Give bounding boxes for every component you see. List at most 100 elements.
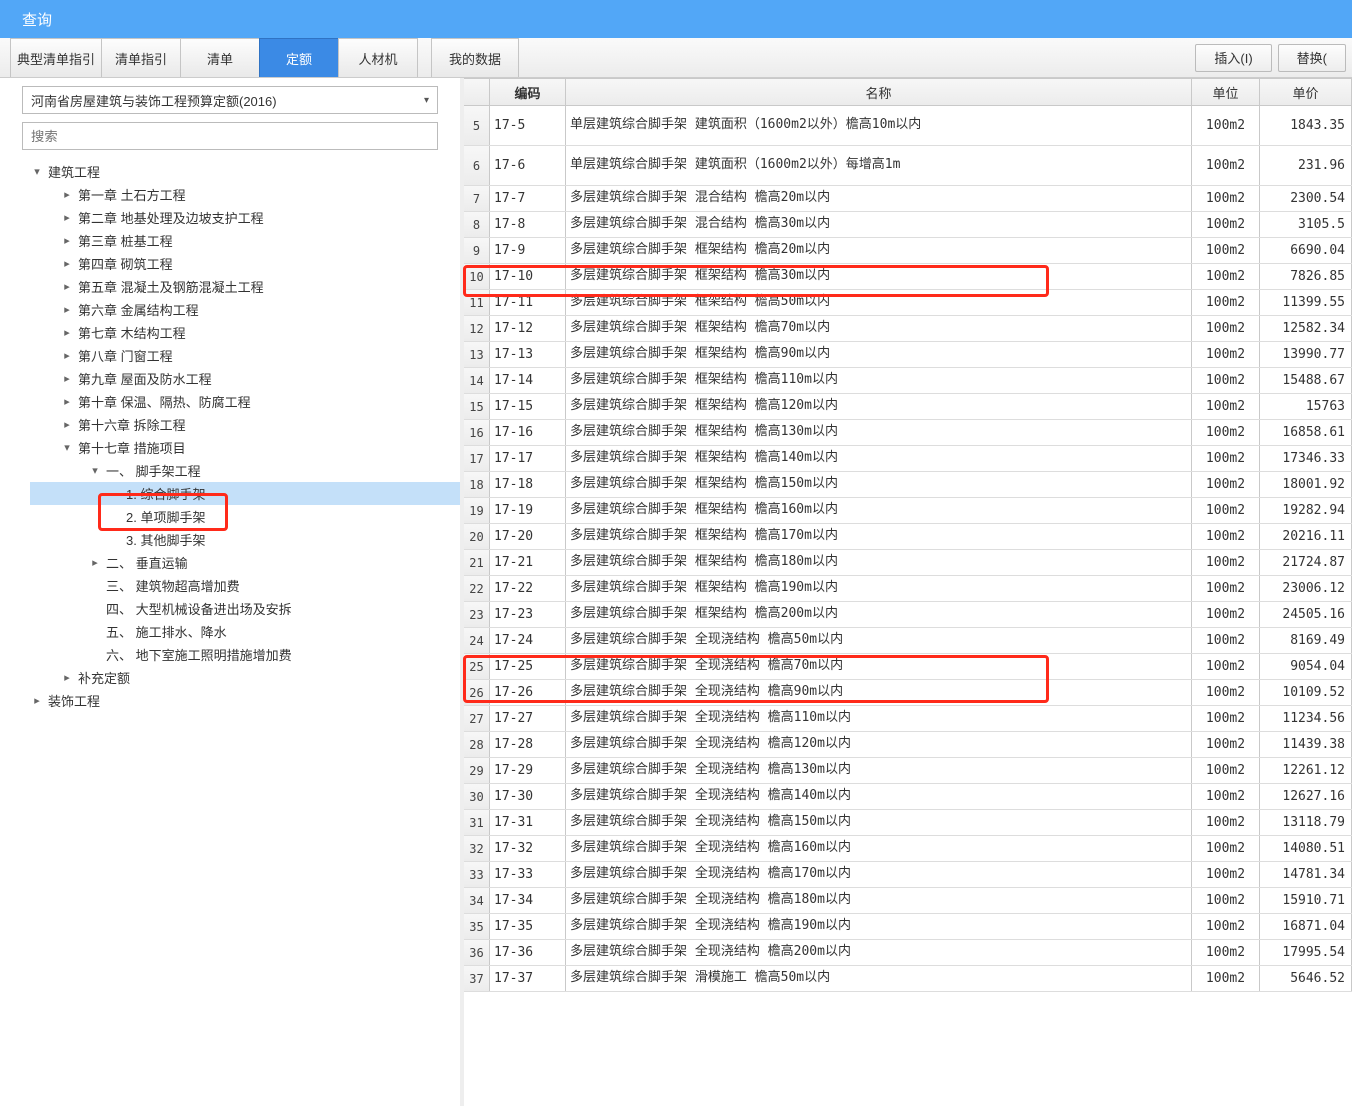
cell-code[interactable]: 17-19 xyxy=(490,498,566,523)
cell-name[interactable]: 多层建筑综合脚手架 全现浇结构 檐高70m以内 xyxy=(566,654,1192,679)
tree-node[interactable]: 1. 综合脚手架 xyxy=(30,482,460,505)
toggle-icon[interactable]: ▸ xyxy=(60,257,74,270)
cell-name[interactable]: 多层建筑综合脚手架 混合结构 檐高30m以内 xyxy=(566,212,1192,237)
cell-price[interactable]: 21724.87 xyxy=(1260,550,1352,575)
cell-code[interactable]: 17-30 xyxy=(490,784,566,809)
cell-price[interactable]: 8169.49 xyxy=(1260,628,1352,653)
table-row[interactable]: 817-8多层建筑综合脚手架 混合结构 檐高30m以内100m23105.5 xyxy=(464,212,1352,238)
cell-unit[interactable]: 100m2 xyxy=(1192,966,1260,991)
cell-unit[interactable]: 100m2 xyxy=(1192,472,1260,497)
toggle-icon[interactable]: ▾ xyxy=(30,165,44,178)
col-name-header[interactable]: 名称 xyxy=(566,79,1192,105)
cell-unit[interactable]: 100m2 xyxy=(1192,810,1260,835)
cell-code[interactable]: 17-5 xyxy=(490,106,566,145)
tab-2[interactable]: 清单 xyxy=(180,38,260,77)
table-row[interactable]: 1317-13多层建筑综合脚手架 框架结构 檐高90m以内100m213990.… xyxy=(464,342,1352,368)
table-row[interactable]: 3717-37多层建筑综合脚手架 滑模施工 檐高50m以内100m25646.5… xyxy=(464,966,1352,992)
cell-code[interactable]: 17-27 xyxy=(490,706,566,731)
cell-code[interactable]: 17-28 xyxy=(490,732,566,757)
cell-unit[interactable]: 100m2 xyxy=(1192,888,1260,913)
cell-price[interactable]: 1843.35 xyxy=(1260,106,1352,145)
cell-code[interactable]: 17-17 xyxy=(490,446,566,471)
cell-price[interactable]: 13118.79 xyxy=(1260,810,1352,835)
table-row[interactable]: 2817-28多层建筑综合脚手架 全现浇结构 檐高120m以内100m21143… xyxy=(464,732,1352,758)
tree-node[interactable]: ▸第四章 砌筑工程 xyxy=(30,252,460,275)
cell-name[interactable]: 单层建筑综合脚手架 建筑面积（1600m2以外）每增高1m xyxy=(566,146,1192,185)
cell-name[interactable]: 多层建筑综合脚手架 全现浇结构 檐高190m以内 xyxy=(566,914,1192,939)
cell-name[interactable]: 多层建筑综合脚手架 全现浇结构 檐高180m以内 xyxy=(566,888,1192,913)
toggle-icon[interactable]: ▸ xyxy=(60,418,74,431)
tree-node[interactable]: ▸第一章 土石方工程 xyxy=(30,183,460,206)
cell-price[interactable]: 24505.16 xyxy=(1260,602,1352,627)
cell-price[interactable]: 9054.04 xyxy=(1260,654,1352,679)
toggle-icon[interactable]: ▸ xyxy=(60,349,74,362)
cell-unit[interactable]: 100m2 xyxy=(1192,680,1260,705)
cell-price[interactable]: 11399.55 xyxy=(1260,290,1352,315)
table-row[interactable]: 2417-24多层建筑综合脚手架 全现浇结构 檐高50m以内100m28169.… xyxy=(464,628,1352,654)
cell-code[interactable]: 17-18 xyxy=(490,472,566,497)
tree-node[interactable]: ▾建筑工程 xyxy=(30,160,460,183)
table-row[interactable]: 1817-18多层建筑综合脚手架 框架结构 檐高150m以内100m218001… xyxy=(464,472,1352,498)
table-row[interactable]: 917-9多层建筑综合脚手架 框架结构 檐高20m以内100m26690.04 xyxy=(464,238,1352,264)
cell-name[interactable]: 多层建筑综合脚手架 框架结构 檐高130m以内 xyxy=(566,420,1192,445)
cell-code[interactable]: 17-11 xyxy=(490,290,566,315)
cell-price[interactable]: 16858.61 xyxy=(1260,420,1352,445)
cell-price[interactable]: 20216.11 xyxy=(1260,524,1352,549)
tab-mydata[interactable]: 我的数据 xyxy=(431,38,519,77)
cell-name[interactable]: 多层建筑综合脚手架 框架结构 檐高180m以内 xyxy=(566,550,1192,575)
tree[interactable]: ▾建筑工程▸第一章 土石方工程▸第二章 地基处理及边坡支护工程▸第三章 桩基工程… xyxy=(0,156,460,1106)
tab-1[interactable]: 清单指引 xyxy=(101,38,181,77)
cell-code[interactable]: 17-16 xyxy=(490,420,566,445)
table-row[interactable]: 1217-12多层建筑综合脚手架 框架结构 檐高70m以内100m212582.… xyxy=(464,316,1352,342)
cell-code[interactable]: 17-10 xyxy=(490,264,566,289)
cell-unit[interactable]: 100m2 xyxy=(1192,654,1260,679)
cell-code[interactable]: 17-37 xyxy=(490,966,566,991)
cell-unit[interactable]: 100m2 xyxy=(1192,446,1260,471)
table-row[interactable]: 3317-33多层建筑综合脚手架 全现浇结构 檐高170m以内100m21478… xyxy=(464,862,1352,888)
cell-price[interactable]: 14080.51 xyxy=(1260,836,1352,861)
tree-node[interactable]: ▸第十六章 拆除工程 xyxy=(30,413,460,436)
cell-code[interactable]: 17-36 xyxy=(490,940,566,965)
cell-name[interactable]: 多层建筑综合脚手架 全现浇结构 檐高140m以内 xyxy=(566,784,1192,809)
cell-unit[interactable]: 100m2 xyxy=(1192,628,1260,653)
cell-price[interactable]: 15910.71 xyxy=(1260,888,1352,913)
toggle-icon[interactable]: ▸ xyxy=(60,326,74,339)
cell-unit[interactable]: 100m2 xyxy=(1192,368,1260,393)
toggle-icon[interactable]: ▸ xyxy=(60,303,74,316)
col-unit-header[interactable]: 单位 xyxy=(1192,79,1260,105)
cell-unit[interactable]: 100m2 xyxy=(1192,602,1260,627)
toggle-icon[interactable]: ▸ xyxy=(30,694,44,707)
cell-name[interactable]: 多层建筑综合脚手架 框架结构 檐高110m以内 xyxy=(566,368,1192,393)
toggle-icon[interactable]: ▸ xyxy=(60,234,74,247)
cell-code[interactable]: 17-33 xyxy=(490,862,566,887)
search-input[interactable] xyxy=(22,122,438,150)
cell-unit[interactable]: 100m2 xyxy=(1192,106,1260,145)
cell-unit[interactable]: 100m2 xyxy=(1192,862,1260,887)
table-row[interactable]: 1517-15多层建筑综合脚手架 框架结构 檐高120m以内100m215763 xyxy=(464,394,1352,420)
toggle-icon[interactable]: ▸ xyxy=(60,395,74,408)
table-row[interactable]: 2717-27多层建筑综合脚手架 全现浇结构 檐高110m以内100m21123… xyxy=(464,706,1352,732)
cell-name[interactable]: 多层建筑综合脚手架 全现浇结构 檐高150m以内 xyxy=(566,810,1192,835)
cell-code[interactable]: 17-24 xyxy=(490,628,566,653)
cell-code[interactable]: 17-22 xyxy=(490,576,566,601)
cell-name[interactable]: 多层建筑综合脚手架 框架结构 檐高90m以内 xyxy=(566,342,1192,367)
table-row[interactable]: 1117-11多层建筑综合脚手架 框架结构 檐高50m以内100m211399.… xyxy=(464,290,1352,316)
cell-price[interactable]: 11234.56 xyxy=(1260,706,1352,731)
cell-price[interactable]: 17995.54 xyxy=(1260,940,1352,965)
tree-node[interactable]: ▸二、 垂直运输 xyxy=(30,551,460,574)
cell-unit[interactable]: 100m2 xyxy=(1192,550,1260,575)
cell-price[interactable]: 16871.04 xyxy=(1260,914,1352,939)
cell-price[interactable]: 13990.77 xyxy=(1260,342,1352,367)
cell-price[interactable]: 7826.85 xyxy=(1260,264,1352,289)
cell-code[interactable]: 17-15 xyxy=(490,394,566,419)
cell-name[interactable]: 多层建筑综合脚手架 全现浇结构 檐高160m以内 xyxy=(566,836,1192,861)
table-row[interactable]: 717-7多层建筑综合脚手架 混合结构 檐高20m以内100m22300.54 xyxy=(464,186,1352,212)
cell-code[interactable]: 17-35 xyxy=(490,914,566,939)
table-row[interactable]: 1417-14多层建筑综合脚手架 框架结构 檐高110m以内100m215488… xyxy=(464,368,1352,394)
cell-price[interactable]: 12261.12 xyxy=(1260,758,1352,783)
table-row[interactable]: 1917-19多层建筑综合脚手架 框架结构 檐高160m以内100m219282… xyxy=(464,498,1352,524)
cell-price[interactable]: 15763 xyxy=(1260,394,1352,419)
cell-price[interactable]: 19282.94 xyxy=(1260,498,1352,523)
cell-code[interactable]: 17-32 xyxy=(490,836,566,861)
cell-code[interactable]: 17-6 xyxy=(490,146,566,185)
